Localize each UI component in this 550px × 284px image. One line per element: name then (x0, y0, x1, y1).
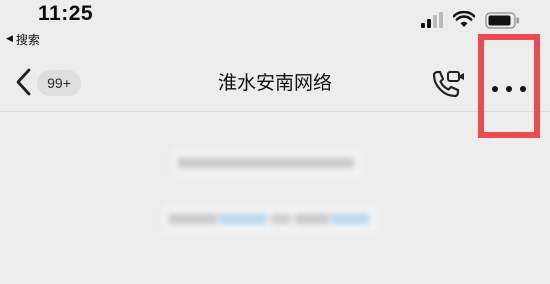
wifi-icon (453, 11, 475, 27)
status-time: 11:25 (38, 2, 94, 25)
signal-icon (421, 12, 443, 28)
back-chevron-icon[interactable] (10, 66, 38, 98)
blurred-message (172, 149, 362, 177)
more-dots-icon (487, 86, 531, 92)
blurred-message-link (163, 205, 378, 233)
unread-count-badge[interactable]: 99+ (37, 70, 81, 96)
back-to-app-link[interactable]: ◀ 搜索 (6, 31, 40, 47)
back-triangle-icon: ◀ (6, 33, 13, 44)
back-to-app-label: 搜索 (15, 32, 40, 47)
battery-icon (485, 12, 519, 29)
chat-title: 淮水安南网络 (217, 72, 332, 94)
video-call-icon[interactable] (430, 69, 466, 99)
chat-nav-bar: 99+ 淮水安南网络 (0, 34, 550, 138)
status-bar: 11:25 ◀ 搜索 (0, 0, 550, 50)
message-area (0, 113, 550, 284)
